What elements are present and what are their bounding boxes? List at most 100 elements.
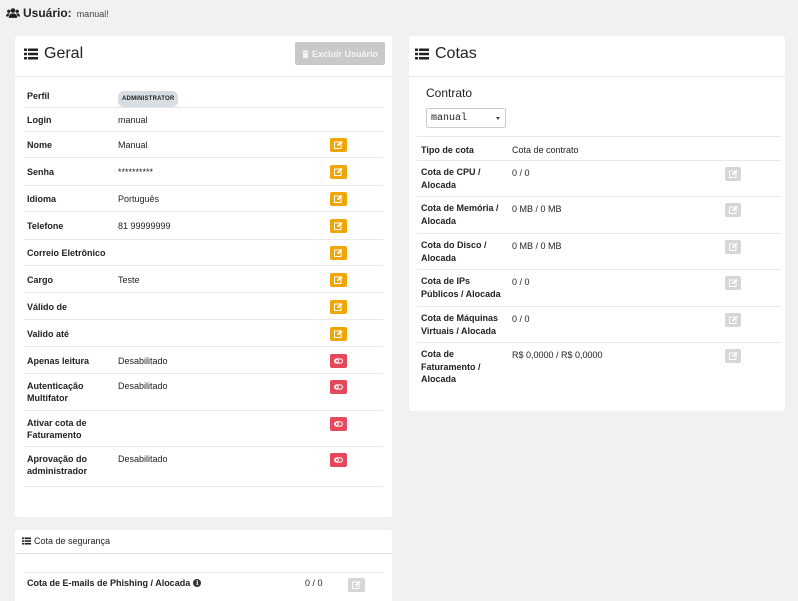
table-row: Apenas leitura Desabilitado: [24, 347, 383, 374]
edit-icon: [334, 330, 343, 338]
row-value: Desabilitado: [118, 381, 168, 391]
table-row: Perfil ADMINISTRATOR: [24, 84, 383, 108]
quota-label: Cota de Máquinas Virtuais / Alocada: [421, 313, 499, 336]
edit-icon: [728, 352, 738, 360]
page-header: Usuário: manual!: [6, 6, 109, 20]
row-value: manual: [118, 115, 148, 125]
table-row: Telefone 81 99999999: [24, 212, 383, 240]
toggle-icon: [334, 421, 343, 427]
row-label: Apenas leitura: [27, 356, 90, 366]
edit-button[interactable]: [330, 327, 347, 341]
edit-button[interactable]: [330, 273, 347, 287]
table-row: Correio Eletrônico: [24, 240, 383, 266]
edit-icon: [728, 206, 738, 214]
users-icon: [6, 8, 20, 18]
row-label: Idioma: [27, 194, 57, 204]
edit-button[interactable]: [330, 192, 347, 206]
table-row: Senha **********: [24, 158, 383, 186]
table-row: Aprovação do administrador Desabilitado: [24, 447, 383, 487]
edit-icon: [334, 141, 343, 149]
row-label: Valido até: [27, 329, 70, 339]
phishing-quota-label-text: Cota de E-mails de Phishing / Alocada: [27, 578, 191, 588]
cotas-panel: Cotas Contrato manual Tipo de cota Cota …: [409, 36, 785, 411]
table-row: Valido até: [24, 320, 383, 347]
edit-button[interactable]: [330, 165, 347, 179]
info-icon[interactable]: i: [193, 579, 202, 587]
toggle-icon: [334, 384, 343, 390]
page-title: Usuário:: [23, 6, 72, 20]
toggle-button[interactable]: [330, 417, 347, 431]
edit-icon: [334, 249, 343, 257]
edit-icon: [334, 303, 343, 311]
edit-icon: [728, 316, 738, 324]
edit-button[interactable]: [330, 300, 347, 314]
edit-quota-button[interactable]: [725, 240, 741, 254]
edit-icon: [728, 243, 738, 251]
contrato-label: Contrato: [426, 86, 473, 100]
row-label: Aprovação do administrador: [27, 454, 88, 476]
delete-user-label: Excluir Usuário: [311, 48, 379, 59]
table-row: Cota de Faturamento / Alocada R$ 0,0000 /…: [417, 342, 781, 386]
table-row: Autenticação Multifator Desabilitado: [24, 374, 383, 411]
table-row: Nome Manual: [24, 132, 383, 158]
row-label: Nome: [27, 140, 53, 150]
cotas-title: Cotas: [415, 45, 477, 63]
edit-quota-button[interactable]: [725, 313, 741, 327]
toggle-icon: [334, 358, 343, 364]
contrato-select[interactable]: manual: [426, 108, 506, 128]
row-label: Ativar cota de Faturamento: [27, 418, 87, 440]
divider: [15, 76, 392, 77]
row-value: Desabilitado: [118, 454, 168, 464]
edit-quota-button[interactable]: [725, 349, 741, 363]
tipo-cota-value: Cota de contrato: [512, 145, 579, 155]
table-row: Cota de Memória / Alocada 0 MB / 0 MB: [417, 196, 781, 233]
table-row: Cota de Máquinas Virtuais / Alocada 0 / 0: [417, 306, 781, 342]
row-value: 81 99999999: [118, 221, 171, 231]
geral-title-text: Geral: [44, 45, 84, 62]
edit-quota-button[interactable]: [725, 203, 741, 217]
row-value: Desabilitado: [118, 356, 168, 366]
edit-phishing-quota-button[interactable]: [348, 578, 365, 592]
divider: [24, 572, 383, 573]
divider: [15, 553, 392, 554]
edit-icon: [334, 168, 343, 176]
delete-user-button[interactable]: Excluir Usuário: [295, 42, 385, 65]
edit-icon: [352, 581, 361, 589]
row-label: Válido de: [27, 302, 68, 312]
edit-button[interactable]: [330, 219, 347, 233]
quota-value: 0 MB / 0 MB: [512, 241, 562, 251]
edit-quota-button[interactable]: [725, 167, 741, 181]
cotas-table: Tipo de cota Cota de contrato Cota de CP…: [417, 136, 781, 386]
row-label: Correio Eletrônico: [27, 248, 106, 258]
table-row: Cota de IPs Públicos / Alocada 0 / 0: [417, 269, 781, 306]
quota-value: R$ 0,0000 / R$ 0,0000: [512, 350, 603, 360]
edit-icon: [334, 195, 343, 203]
list-icon: [22, 537, 31, 545]
row-label: Senha: [27, 167, 55, 177]
quota-label: Cota de IPs Públicos / Alocada: [421, 276, 501, 299]
quota-value: 0 MB / 0 MB: [512, 204, 562, 214]
toggle-button[interactable]: [330, 380, 347, 394]
toggle-button[interactable]: [330, 354, 347, 368]
table-row: Cota do Disco / Alocada 0 MB / 0 MB: [417, 233, 781, 269]
list-icon: [415, 48, 429, 60]
seguranca-title: Cota de segurança: [22, 536, 110, 546]
row-value: **********: [118, 167, 154, 177]
edit-button[interactable]: [330, 138, 347, 152]
page-subtitle: manual!: [76, 9, 109, 19]
table-row: Cota de CPU / Alocada 0 / 0: [417, 160, 781, 196]
edit-quota-button[interactable]: [725, 276, 741, 290]
toggle-button[interactable]: [330, 453, 347, 467]
edit-icon: [334, 222, 343, 230]
geral-title: Geral: [24, 45, 83, 63]
chevron-down-icon: [496, 117, 500, 120]
table-row: Cargo Teste: [24, 266, 383, 293]
quota-value: 0 / 0: [512, 168, 530, 178]
geral-table: Perfil ADMINISTRATOR Login manual Nome Manual…: [24, 84, 383, 487]
table-row: Válido de: [24, 293, 383, 320]
trash-icon: [301, 49, 309, 58]
row-value: Teste: [118, 275, 140, 285]
edit-button[interactable]: [330, 246, 347, 260]
quota-label: Cota de CPU / Alocada: [421, 167, 481, 190]
table-row: Ativar cota de Faturamento: [24, 411, 383, 447]
